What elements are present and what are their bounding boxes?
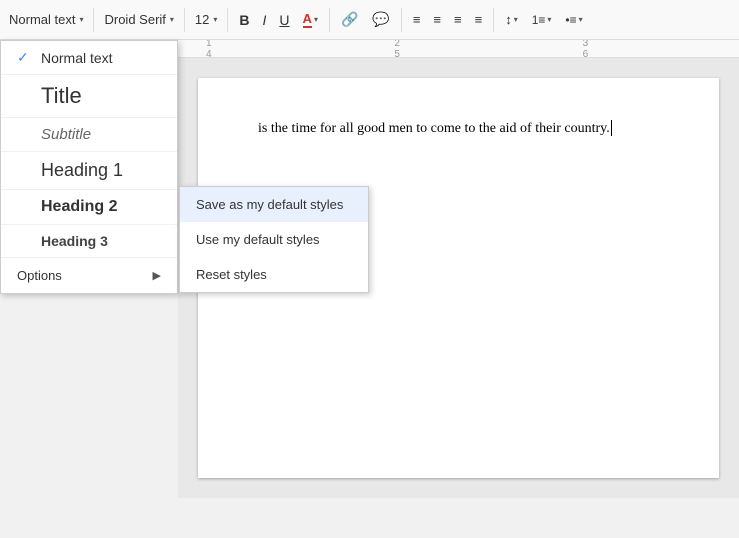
bold-button[interactable]: B: [233, 5, 255, 35]
align-justify-icon: ≡: [475, 12, 483, 27]
underline-icon: U: [279, 12, 289, 28]
ul-caret: ▾: [579, 15, 583, 24]
align-center-icon: ≡: [433, 12, 441, 27]
heading2-label: Heading 2: [41, 198, 117, 216]
use-default-label: Use my default styles: [196, 232, 320, 247]
style-item-heading1[interactable]: Heading 1: [1, 152, 177, 190]
style-item-title[interactable]: Title: [1, 75, 177, 118]
style-options-row[interactable]: Options ▶ Save as my default styles Use …: [1, 258, 177, 293]
submenu-use-default[interactable]: Use my default styles: [180, 222, 368, 257]
link-icon: 🔗: [341, 11, 358, 28]
reset-styles-label: Reset styles: [196, 267, 267, 282]
bold-icon: B: [239, 12, 249, 28]
heading1-label: Heading 1: [41, 160, 123, 181]
separator-6: [493, 8, 494, 32]
style-item-subtitle[interactable]: Subtitle: [1, 118, 177, 152]
unordered-list-button[interactable]: •≡ ▾: [559, 5, 588, 35]
underline-button[interactable]: U: [273, 5, 295, 35]
font-dropdown-caret: ▾: [170, 15, 174, 24]
comment-button[interactable]: 💬: [366, 5, 395, 35]
separator-4: [329, 8, 330, 32]
text-cursor: [611, 120, 612, 136]
normal-text-check: ✓: [17, 49, 33, 66]
text-color-button[interactable]: A ▾: [297, 5, 324, 35]
unordered-list-icon: •≡: [565, 13, 576, 27]
style-item-heading2[interactable]: Heading 2: [1, 190, 177, 225]
line-spacing-caret: ▾: [514, 15, 518, 24]
options-label: Options: [17, 268, 62, 283]
ordered-list-button[interactable]: 1≡ ▾: [526, 5, 558, 35]
font-dropdown-label: Droid Serif: [104, 12, 165, 27]
separator-2: [184, 8, 185, 32]
subtitle-label: Subtitle: [41, 126, 91, 143]
italic-button[interactable]: I: [257, 5, 273, 35]
submenu-reset-styles[interactable]: Reset styles: [180, 257, 368, 292]
toolbar: Normal text ▾ Droid Serif ▾ 12 ▾ B I U A…: [0, 0, 739, 40]
text-color-icon: A: [303, 11, 312, 28]
style-item-normal[interactable]: ✓ Normal text: [1, 41, 177, 75]
separator-5: [401, 8, 402, 32]
line-spacing-button[interactable]: ↕ ▾: [499, 5, 524, 35]
line-spacing-icon: ↕: [505, 12, 512, 27]
align-center-button[interactable]: ≡: [427, 5, 447, 35]
submenu-save-default[interactable]: Save as my default styles: [180, 187, 368, 222]
document-text: is the time for all good men to come to …: [258, 118, 659, 140]
text-color-caret: ▾: [314, 15, 318, 24]
ordered-list-icon: 1≡: [532, 13, 546, 27]
comment-icon: 💬: [372, 11, 389, 28]
style-dropdown-label: Normal text: [9, 12, 75, 27]
style-dropdown-button[interactable]: Normal text ▾: [4, 5, 88, 35]
options-arrow-icon: ▶: [153, 269, 161, 282]
italic-icon: I: [263, 12, 267, 28]
font-size-caret: ▾: [213, 15, 217, 24]
normal-text-label: Normal text: [41, 50, 113, 66]
ruler: 1 2 3 4 5 6: [178, 40, 739, 58]
options-submenu: Save as my default styles Use my default…: [179, 186, 369, 293]
font-size-label: 12: [195, 12, 209, 27]
style-item-heading3[interactable]: Heading 3: [1, 225, 177, 258]
font-size-dropdown[interactable]: 12 ▾: [190, 5, 222, 35]
align-right-icon: ≡: [454, 12, 462, 27]
align-right-button[interactable]: ≡: [448, 5, 468, 35]
style-dropdown-caret: ▾: [79, 15, 83, 24]
save-default-label: Save as my default styles: [196, 197, 343, 212]
heading3-label: Heading 3: [41, 233, 108, 249]
align-left-icon: ≡: [413, 12, 421, 27]
link-button[interactable]: 🔗: [335, 5, 364, 35]
separator-3: [227, 8, 228, 32]
font-dropdown-button[interactable]: Droid Serif ▾: [99, 5, 178, 35]
style-dropdown-panel: ✓ Normal text Title Subtitle Heading 1 H…: [0, 40, 178, 294]
align-left-button[interactable]: ≡: [407, 5, 427, 35]
ol-caret: ▾: [547, 15, 551, 24]
document-text-content: is the time for all good men to come to …: [258, 121, 610, 136]
ruler-marks: 1 2 3 4 5 6: [188, 38, 739, 60]
align-group: ≡ ≡ ≡ ≡: [407, 5, 488, 35]
format-group: B I U A ▾: [233, 5, 324, 35]
align-justify-button[interactable]: ≡: [469, 5, 489, 35]
separator-1: [93, 8, 94, 32]
title-label: Title: [41, 83, 82, 109]
